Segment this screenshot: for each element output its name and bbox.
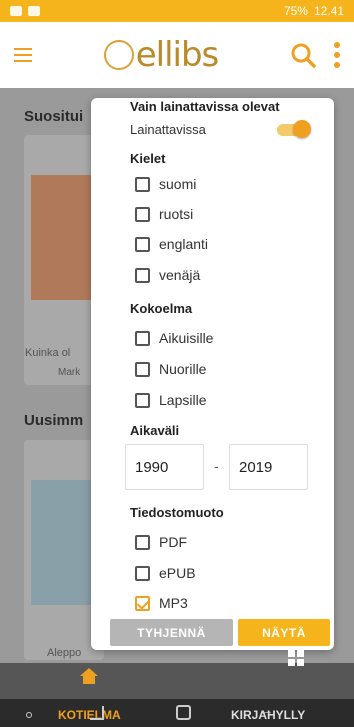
search-icon[interactable]: [290, 42, 316, 68]
back-icon[interactable]: ←: [258, 702, 274, 720]
year-separator: -: [214, 458, 219, 474]
clear-button[interactable]: TYHJENNÄ: [110, 619, 233, 646]
status-bar: 75% 12.41: [0, 0, 354, 22]
collection-checkbox-nuorille[interactable]: Nuorille: [135, 359, 206, 379]
system-home-icon[interactable]: [176, 705, 191, 720]
checkbox-label: suomi: [159, 176, 197, 192]
logo-mark-icon: [103, 40, 134, 70]
checkbox-label: englanti: [159, 236, 209, 252]
year-to-input[interactable]: 2019: [229, 444, 308, 490]
format-heading: Tiedostomuoto: [130, 505, 224, 520]
period-heading: Aikaväli: [130, 423, 180, 438]
status-left-icons: [10, 6, 40, 16]
recent-apps-icon[interactable]: [90, 706, 104, 720]
checkbox-label: MP3: [159, 595, 188, 611]
checkbox[interactable]: [135, 330, 150, 346]
book-author: Mark: [58, 367, 81, 378]
book-title: Aleppo: [47, 647, 82, 659]
section-title-recommended: Suositui: [24, 108, 84, 125]
home-icon: [80, 668, 98, 676]
checkbox[interactable]: [135, 176, 150, 192]
checkbox-label: Aikuisille: [159, 330, 214, 346]
year-from-input[interactable]: 1990: [125, 444, 204, 490]
message-icon: [28, 6, 40, 16]
checkbox[interactable]: [135, 361, 150, 377]
format-checkbox-epub[interactable]: ePUB: [135, 563, 196, 583]
format-checkbox-pdf[interactable]: PDF: [135, 532, 187, 552]
logo-text: ellibs: [135, 35, 220, 75]
availability-heading: Vain lainattavissa olevat: [130, 99, 280, 114]
availability-toggle[interactable]: [277, 120, 311, 138]
app-bar: ellibs: [0, 22, 354, 88]
book-title: Kuinka ol: [25, 347, 71, 359]
language-checkbox-ruotsi[interactable]: ruotsi: [135, 204, 193, 224]
availability-label: Lainattavissa: [130, 122, 206, 137]
collection-checkbox-aikuisille[interactable]: Aikuisille: [135, 328, 213, 348]
language-checkbox-englanti[interactable]: englanti: [135, 234, 208, 254]
battery-level: 75%: [283, 4, 308, 18]
checkbox-checked[interactable]: [135, 595, 150, 611]
languages-heading: Kielet: [130, 151, 166, 166]
language-checkbox-venaja[interactable]: venäjä: [135, 265, 200, 285]
checkbox[interactable]: [135, 206, 150, 222]
language-checkbox-suomi[interactable]: suomi: [135, 174, 196, 194]
checkbox-label: ruotsi: [159, 206, 194, 222]
checkbox-label: venäjä: [159, 267, 201, 283]
filter-dialog: Vain lainattavissa olevat Lainattavissa …: [91, 98, 334, 650]
section-title-newest: Uusimm: [24, 412, 84, 429]
checkbox[interactable]: [135, 236, 150, 252]
collection-heading: Kokoelma: [130, 301, 193, 316]
checkbox-label: PDF: [159, 534, 187, 550]
checkbox[interactable]: [135, 267, 150, 283]
clock: 12.41: [313, 4, 344, 18]
bottom-navigation: [0, 663, 354, 699]
menu-icon[interactable]: [14, 48, 32, 62]
checkbox[interactable]: [135, 534, 150, 550]
ellibs-logo: ellibs: [103, 35, 220, 75]
notification-icon: [10, 6, 22, 16]
checkbox[interactable]: [135, 565, 150, 581]
checkbox-label: Lapsille: [159, 392, 207, 408]
more-options-icon[interactable]: [334, 42, 340, 68]
checkbox-label: ePUB: [159, 565, 196, 581]
system-dot-icon[interactable]: [26, 712, 32, 718]
checkbox-label: Nuorille: [159, 361, 207, 377]
bookshelf-icon[interactable]: [288, 650, 304, 666]
collection-checkbox-lapsille[interactable]: Lapsille: [135, 390, 206, 410]
show-button[interactable]: NÄYTÄ: [238, 619, 330, 646]
format-checkbox-mp3[interactable]: MP3: [135, 593, 188, 613]
checkbox[interactable]: [135, 392, 150, 408]
